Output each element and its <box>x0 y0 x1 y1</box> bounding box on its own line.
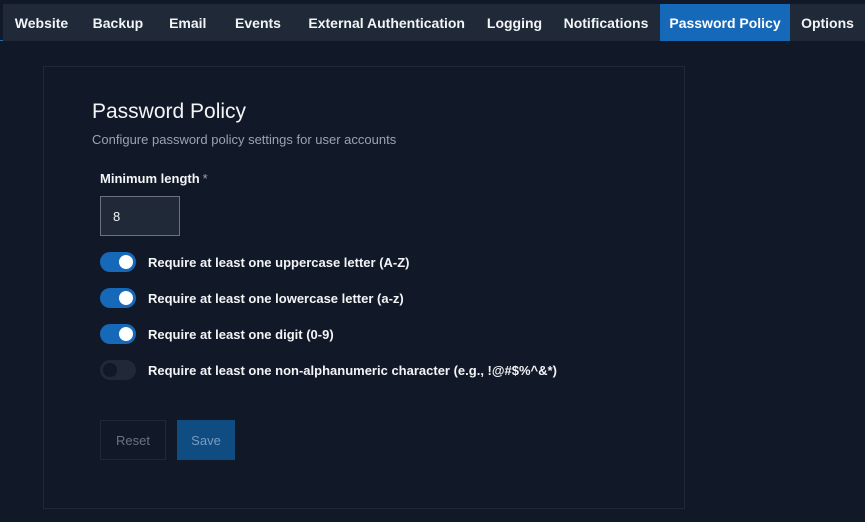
toggle-row-nonalphanumeric: Require at least one non-alphanumeric ch… <box>100 360 557 380</box>
settings-tabbar: Website Backup Email Events External Aut… <box>0 0 865 41</box>
toggle-row-digit: Require at least one digit (0-9) <box>100 324 334 344</box>
password-policy-panel: Password Policy Configure password polic… <box>43 66 685 509</box>
tab-backup[interactable]: Backup <box>80 4 156 41</box>
toggle-row-lowercase: Require at least one lowercase letter (a… <box>100 288 404 308</box>
nonalphanumeric-toggle[interactable] <box>100 360 136 380</box>
min-length-label-text: Minimum length <box>100 171 200 186</box>
page-title: Password Policy <box>92 100 247 123</box>
min-length-label: Minimum length * <box>100 171 208 186</box>
tab-notifications[interactable]: Notifications <box>552 4 660 41</box>
tab-external-authentication[interactable]: External Authentication <box>296 4 477 41</box>
toggle-knob <box>103 363 117 377</box>
required-marker: * <box>202 171 208 186</box>
digit-toggle-label: Require at least one digit (0-9) <box>148 326 334 342</box>
page-subtitle: Configure password policy settings for u… <box>92 132 397 147</box>
tab-list: Website Backup Email Events External Aut… <box>3 4 865 41</box>
lowercase-toggle[interactable] <box>100 288 136 308</box>
toggle-knob <box>119 327 133 341</box>
tab-website[interactable]: Website <box>3 4 80 41</box>
tab-events[interactable]: Events <box>220 4 297 41</box>
digit-toggle[interactable] <box>100 324 136 344</box>
toggle-row-uppercase: Require at least one uppercase letter (A… <box>100 252 410 272</box>
tab-password-policy[interactable]: Password Policy <box>660 4 790 41</box>
uppercase-toggle-label: Require at least one uppercase letter (A… <box>148 254 410 270</box>
tab-options[interactable]: Options <box>790 4 865 41</box>
save-button[interactable]: Save <box>177 420 235 460</box>
toggle-knob <box>119 291 133 305</box>
toggle-knob <box>119 255 133 269</box>
tab-logging[interactable]: Logging <box>477 4 552 41</box>
lowercase-toggle-label: Require at least one lowercase letter (a… <box>148 290 404 306</box>
uppercase-toggle[interactable] <box>100 252 136 272</box>
reset-button[interactable]: Reset <box>100 420 166 460</box>
tab-email[interactable]: Email <box>156 4 220 41</box>
min-length-input[interactable] <box>100 196 180 236</box>
nonalphanumeric-toggle-label: Require at least one non-alphanumeric ch… <box>148 362 557 378</box>
